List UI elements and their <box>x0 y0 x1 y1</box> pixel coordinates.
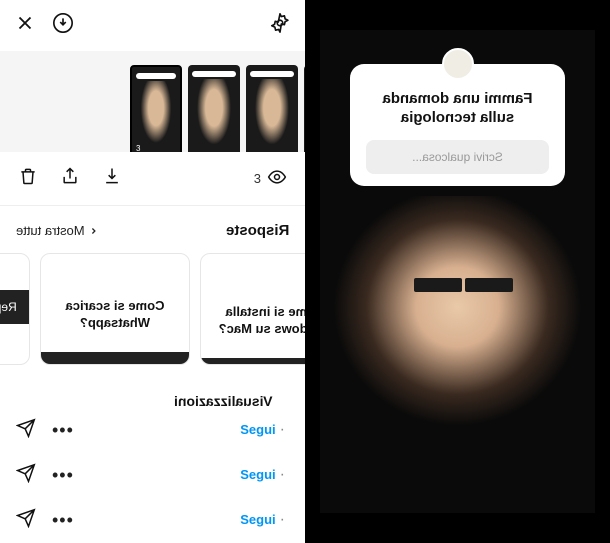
question-prompt: Fammi una domanda sulla tecnologia <box>366 90 549 128</box>
trash-icon[interactable] <box>18 166 38 191</box>
responses-title: Risposte <box>226 222 289 239</box>
send-icon[interactable] <box>16 418 36 443</box>
viewer-row: ••• Segui· <box>0 498 305 543</box>
more-icon[interactable]: ••• <box>52 510 74 531</box>
insights-panel: 3 3 Mostra tutte Risposte Reply <box>0 0 305 543</box>
avatar <box>442 48 474 80</box>
story-thumb[interactable] <box>246 65 298 152</box>
action-bar: 3 <box>0 152 305 206</box>
card-question: Come si installa Windows su Mac? <box>201 288 305 358</box>
send-icon[interactable] <box>16 463 36 488</box>
save-icon[interactable] <box>102 166 122 191</box>
reply-button[interactable]: Reply <box>0 290 29 324</box>
story-photo <box>320 196 595 514</box>
story-thumb[interactable] <box>304 65 305 152</box>
download-circle-icon[interactable] <box>52 12 74 39</box>
responses-header: Mostra tutte Risposte <box>0 206 305 249</box>
card-question <box>0 254 29 290</box>
follow-link[interactable]: Segui <box>240 512 275 527</box>
reply-button[interactable]: Reply <box>201 358 305 365</box>
eye-icon <box>267 167 287 190</box>
card-question: Come si scarica Whatsapp? <box>41 282 189 352</box>
top-bar <box>0 0 305 51</box>
show-all-link[interactable]: Mostra tutte <box>16 223 99 238</box>
viewer-row: ••• Segui· <box>0 453 305 498</box>
share-icon[interactable] <box>60 166 80 191</box>
story-preview: Fammi una domanda sulla tecnologia Scriv… <box>320 30 595 513</box>
response-card[interactable]: Come si installa Windows su Mac? Reply <box>200 253 305 364</box>
response-card[interactable]: Reply <box>0 253 30 364</box>
question-input[interactable]: Scrivi qualcosa... <box>366 140 549 174</box>
reply-button[interactable]: Reply <box>41 352 189 365</box>
more-icon[interactable]: ••• <box>52 420 74 441</box>
view-count: 3 <box>254 171 261 186</box>
story-carousel[interactable]: 3 <box>0 51 305 152</box>
question-sticker[interactable]: Fammi una domanda sulla tecnologia Scriv… <box>350 64 565 186</box>
follow-link[interactable]: Segui <box>240 422 275 437</box>
gear-icon[interactable] <box>269 12 291 39</box>
close-icon[interactable] <box>14 12 36 39</box>
send-icon[interactable] <box>16 508 36 533</box>
follow-link[interactable]: Segui <box>240 467 275 482</box>
response-cards[interactable]: Reply Come si scarica Whatsapp? Reply Co… <box>0 249 305 374</box>
story-thumb[interactable] <box>188 65 240 152</box>
thumb-view-count: 3 <box>136 144 140 152</box>
story-thumb[interactable]: 3 <box>130 65 182 152</box>
story-preview-panel: Fammi una domanda sulla tecnologia Scriv… <box>305 0 610 543</box>
viewer-row: ••• Segui· <box>0 408 305 453</box>
views-title: Visualizzazioni <box>158 375 289 408</box>
more-icon[interactable]: ••• <box>52 465 74 486</box>
response-card[interactable]: Come si scarica Whatsapp? Reply <box>40 253 190 364</box>
